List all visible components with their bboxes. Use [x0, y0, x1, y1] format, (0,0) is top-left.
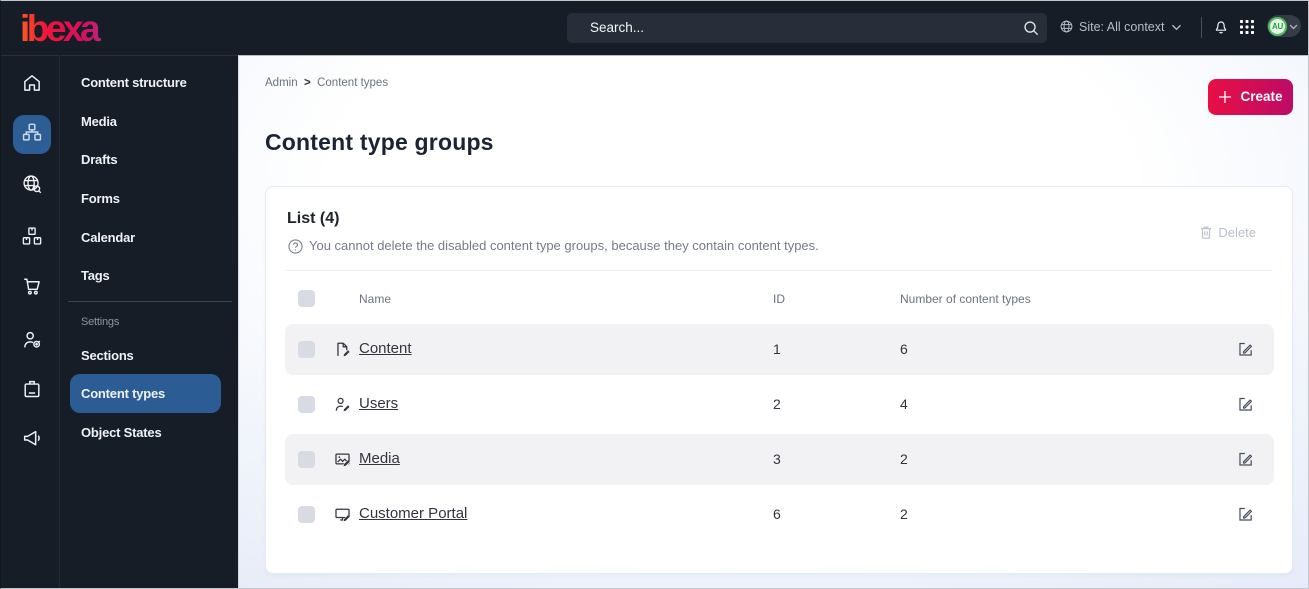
svg-text:ibexa: ibexa: [20, 8, 101, 49]
